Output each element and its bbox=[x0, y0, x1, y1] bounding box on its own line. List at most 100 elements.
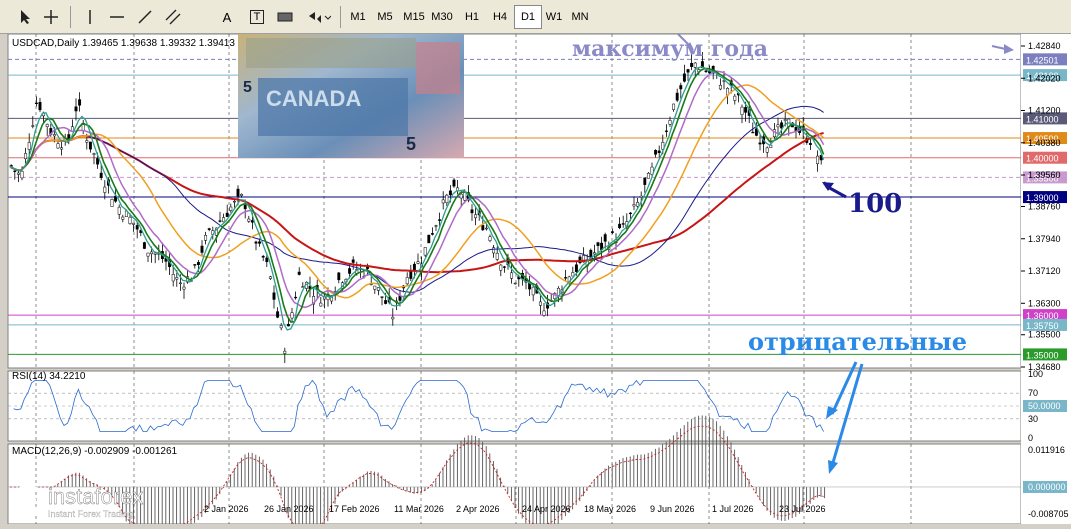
candle-body bbox=[290, 312, 294, 319]
candle-body bbox=[153, 252, 157, 255]
candle-body bbox=[686, 69, 690, 73]
candle-body bbox=[452, 179, 456, 187]
timeframe-d1[interactable]: D1 bbox=[514, 5, 542, 29]
candle-body bbox=[513, 282, 517, 285]
price-tick-label: 1.36300 bbox=[1028, 298, 1061, 308]
candle-body bbox=[276, 311, 280, 318]
candle-body bbox=[618, 223, 622, 229]
candle-body bbox=[488, 236, 492, 241]
timeframe-m30[interactable]: M30 bbox=[428, 5, 456, 29]
price-tick-label: 1.37120 bbox=[1028, 266, 1061, 276]
level-label: 1.41000 bbox=[1026, 114, 1059, 124]
candle-body bbox=[128, 216, 132, 224]
candle-body bbox=[416, 261, 420, 264]
candle-body bbox=[196, 262, 200, 265]
chart-symbol-header: USDCAD,Daily 1.39465 1.39638 1.39332 1.3… bbox=[12, 38, 235, 49]
trendline-icon[interactable] bbox=[134, 5, 156, 29]
timeframe-m5[interactable]: M5 bbox=[371, 5, 399, 29]
price-tick-label: 1.38760 bbox=[1028, 202, 1061, 212]
candle-body bbox=[283, 350, 287, 354]
candle-body bbox=[279, 325, 283, 329]
text-label-glyph: T bbox=[249, 10, 265, 24]
candle-body bbox=[261, 255, 265, 258]
candle-body bbox=[96, 158, 100, 165]
candle-body bbox=[384, 300, 388, 304]
candle-body bbox=[380, 296, 384, 298]
candle-body bbox=[243, 205, 247, 210]
candle-body bbox=[740, 106, 744, 115]
canada-banknotes-image: CANADA 5 5 bbox=[238, 34, 464, 158]
price-tick-label: 1.40380 bbox=[1028, 138, 1061, 148]
candle-body bbox=[297, 271, 301, 275]
candle-body bbox=[499, 264, 503, 271]
candle-body bbox=[56, 143, 60, 149]
timeframe-m1[interactable]: M1 bbox=[344, 5, 372, 29]
candle-body bbox=[268, 276, 272, 279]
text-label-icon[interactable]: T bbox=[246, 5, 268, 29]
timeframe-w1[interactable]: W1 bbox=[540, 5, 568, 29]
candle-body bbox=[351, 259, 355, 263]
cursor-icon[interactable] bbox=[14, 5, 36, 29]
candle-body bbox=[654, 149, 658, 155]
svg-text:CANADA: CANADA bbox=[266, 86, 361, 111]
candle-body bbox=[679, 85, 683, 90]
rsi-header: RSI(14) 34.2210 bbox=[12, 371, 86, 382]
rsi-tick-label: 50.0000 bbox=[1028, 401, 1061, 411]
candle-body bbox=[265, 257, 269, 263]
candle-body bbox=[38, 101, 42, 111]
candle-body bbox=[376, 287, 380, 291]
crosshair-icon[interactable] bbox=[40, 5, 62, 29]
svg-text:5: 5 bbox=[243, 79, 252, 96]
candle-body bbox=[232, 201, 236, 203]
candle-body bbox=[135, 225, 139, 230]
macd-tick-label: -0.008705 bbox=[1028, 509, 1069, 519]
candle-body bbox=[596, 242, 600, 246]
candle-body bbox=[132, 222, 136, 225]
candle-body bbox=[571, 272, 575, 277]
candle-body bbox=[193, 264, 197, 266]
candle-body bbox=[646, 172, 650, 179]
candle-body bbox=[438, 219, 442, 221]
text-icon[interactable]: A bbox=[216, 5, 238, 29]
timeframe-mn[interactable]: MN bbox=[566, 5, 594, 29]
candle-body bbox=[117, 206, 121, 215]
candle-body bbox=[758, 142, 762, 145]
candle-body bbox=[693, 62, 697, 68]
timeframe-m15[interactable]: M15 bbox=[400, 5, 428, 29]
candle-body bbox=[85, 140, 89, 143]
candle-body bbox=[682, 73, 686, 82]
price-tick-label: 1.42840 bbox=[1028, 41, 1061, 51]
price-tick-label: 1.37940 bbox=[1028, 234, 1061, 244]
price-tick-label: 1.35500 bbox=[1028, 330, 1061, 340]
horizontal-line-icon[interactable] bbox=[106, 5, 128, 29]
date-label: 11 Mar 2026 bbox=[394, 504, 444, 514]
candle-body bbox=[776, 124, 780, 128]
candle-body bbox=[27, 142, 31, 150]
timeframe-h4[interactable]: H4 bbox=[486, 5, 514, 29]
candle-body bbox=[110, 199, 114, 207]
chart-area[interactable]: 100 70 50.0000 30 0 0.011916 0.000000 -0.00870… bbox=[6, 33, 1071, 529]
candle-body bbox=[430, 233, 434, 235]
candle-body bbox=[60, 147, 64, 150]
rectangle-icon[interactable] bbox=[274, 5, 296, 29]
candle-body bbox=[592, 252, 596, 255]
candle-body bbox=[348, 268, 352, 274]
vertical-line-icon[interactable] bbox=[80, 5, 100, 29]
candle-body bbox=[632, 204, 636, 207]
price-tick-label: 1.42020 bbox=[1028, 73, 1061, 83]
candle-body bbox=[20, 171, 24, 179]
candle-body bbox=[150, 251, 154, 255]
candle-body bbox=[52, 134, 56, 137]
candle-body bbox=[492, 247, 496, 254]
date-label: 2 Apr 2026 bbox=[456, 504, 500, 514]
candle-body bbox=[459, 193, 463, 199]
channel-icon[interactable] bbox=[162, 5, 184, 29]
candle-body bbox=[495, 252, 499, 260]
candle-body bbox=[510, 272, 514, 279]
shapes-icon[interactable] bbox=[304, 5, 334, 29]
timeframe-h1[interactable]: H1 bbox=[458, 5, 486, 29]
candle-body bbox=[484, 227, 488, 230]
candle-body bbox=[74, 106, 78, 112]
candle-body bbox=[589, 249, 593, 258]
candle-body bbox=[286, 323, 290, 327]
